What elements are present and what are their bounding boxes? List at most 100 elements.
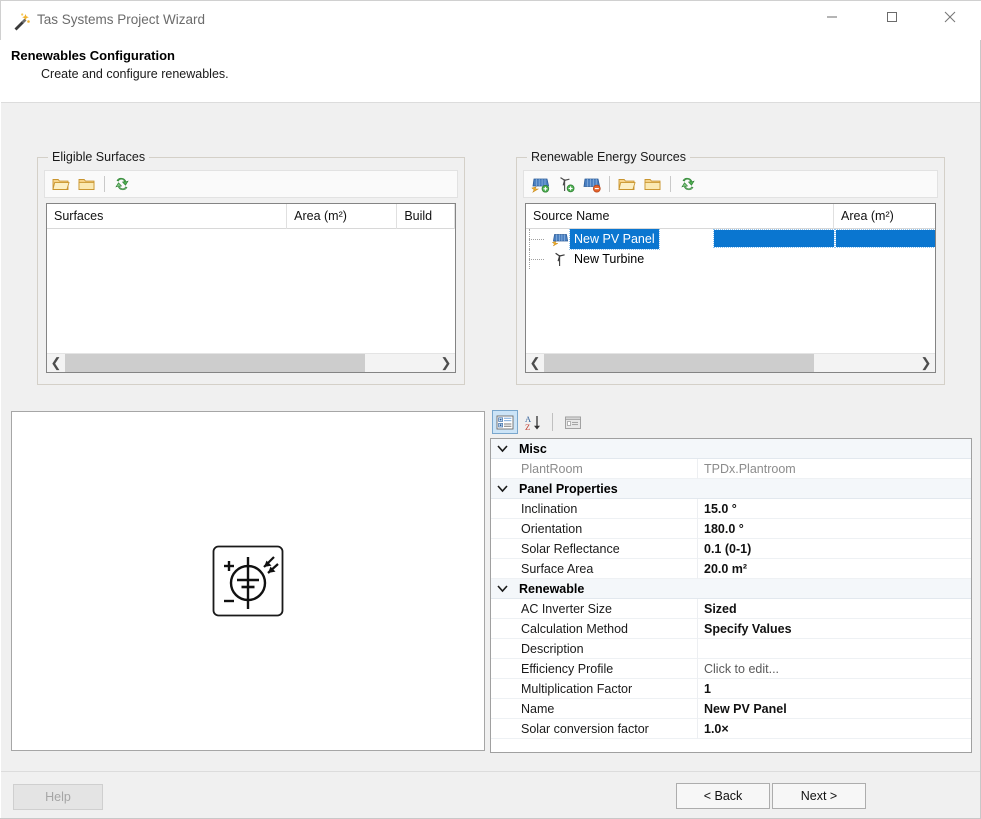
property-value[interactable]: 1 bbox=[698, 679, 971, 699]
hscroll-thumb[interactable] bbox=[65, 353, 365, 372]
property-name: Description bbox=[491, 638, 698, 659]
property-pages-icon[interactable] bbox=[560, 410, 586, 434]
property-grid-table: Misc PlantRoom TPDx.Plantroom Panel Prop… bbox=[490, 438, 972, 753]
remove-source-icon[interactable] bbox=[579, 172, 605, 196]
property-category-label: Panel Properties bbox=[519, 481, 618, 496]
hscroll-thumb[interactable] bbox=[544, 353, 814, 372]
toolbar-separator bbox=[552, 413, 553, 431]
property-row[interactable]: AC Inverter Size Sized bbox=[491, 598, 971, 619]
maximize-button[interactable] bbox=[869, 1, 915, 32]
eligible-surfaces-hscrollbar[interactable]: ❮ ❯ bbox=[47, 353, 455, 372]
tree-connector bbox=[526, 229, 550, 249]
wizard-body: Eligible Surfaces Surfaces Area (m²) Bui… bbox=[1, 103, 980, 771]
eligible-surfaces-header: Surfaces Area (m²) Build bbox=[47, 204, 455, 229]
property-value[interactable] bbox=[698, 639, 971, 659]
property-category-row[interactable]: Renewable bbox=[491, 579, 971, 599]
toolbar-separator bbox=[104, 176, 105, 192]
property-row[interactable]: Calculation Method Specify Values bbox=[491, 618, 971, 639]
property-name: Solar conversion factor bbox=[491, 718, 698, 739]
property-name: Name bbox=[491, 698, 698, 719]
property-category-label: Renewable bbox=[519, 581, 585, 596]
property-name: Multiplication Factor bbox=[491, 678, 698, 699]
property-row[interactable]: PlantRoom TPDx.Plantroom bbox=[491, 458, 971, 479]
hscroll-track[interactable] bbox=[544, 353, 917, 372]
wizard-footer: Help < Back Next > bbox=[1, 771, 980, 818]
hscroll-track[interactable] bbox=[65, 353, 437, 372]
renewable-sources-hscrollbar[interactable]: ❮ ❯ bbox=[526, 353, 935, 372]
back-button[interactable]: < Back bbox=[676, 783, 770, 809]
help-button[interactable]: Help bbox=[13, 784, 103, 810]
eligible-surfaces-title: Eligible Surfaces bbox=[48, 150, 150, 164]
alphabetical-sort-icon[interactable]: A Z bbox=[520, 410, 546, 434]
property-row[interactable]: Efficiency Profile Click to edit... bbox=[491, 658, 971, 679]
refresh-icon[interactable] bbox=[675, 172, 701, 196]
property-name: Orientation bbox=[491, 518, 698, 539]
property-value[interactable]: Sized bbox=[698, 599, 971, 619]
property-row[interactable]: Orientation 180.0 ° bbox=[491, 518, 971, 539]
title-bar: Tas Systems Project Wizard bbox=[0, 0, 981, 40]
list-item[interactable]: New PV Panel bbox=[526, 229, 935, 250]
property-value[interactable]: 180.0 ° bbox=[698, 519, 971, 539]
toolbar-separator bbox=[670, 176, 671, 192]
scroll-right-icon[interactable]: ❯ bbox=[437, 354, 455, 373]
wind-turbine-icon bbox=[550, 250, 570, 268]
column-header-area[interactable]: Area (m²) bbox=[834, 204, 935, 229]
scroll-left-icon[interactable]: ❮ bbox=[47, 354, 65, 373]
property-name: Solar Reflectance bbox=[491, 538, 698, 559]
property-value[interactable]: 15.0 ° bbox=[698, 499, 971, 519]
property-row[interactable]: Inclination 15.0 ° bbox=[491, 498, 971, 519]
page-title: Renewables Configuration bbox=[11, 48, 175, 63]
column-header-build[interactable]: Build bbox=[397, 204, 455, 229]
renewable-sources-list[interactable]: Source Name Area (m²) New PV Panel New T… bbox=[525, 203, 936, 373]
folder-icon[interactable] bbox=[74, 172, 100, 196]
column-header-area[interactable]: Area (m²) bbox=[287, 204, 398, 229]
property-value[interactable]: 20.0 m² bbox=[698, 559, 971, 579]
property-row[interactable]: Multiplication Factor 1 bbox=[491, 678, 971, 699]
eligible-surfaces-list[interactable]: Surfaces Area (m²) Build ❮ ❯ bbox=[46, 203, 456, 373]
tree-connector bbox=[526, 249, 550, 269]
categorized-view-icon[interactable] bbox=[492, 410, 518, 434]
property-name: Efficiency Profile bbox=[491, 658, 698, 679]
property-name: AC Inverter Size bbox=[491, 598, 698, 619]
chevron-down-icon[interactable] bbox=[491, 479, 513, 499]
list-item-label: New Turbine bbox=[574, 252, 645, 266]
property-name: Surface Area bbox=[491, 558, 698, 579]
property-value[interactable]: TPDx.Plantroom bbox=[698, 459, 971, 479]
property-category-row[interactable]: Panel Properties bbox=[491, 479, 971, 499]
property-value[interactable]: Click to edit... bbox=[698, 659, 971, 679]
chevron-down-icon[interactable] bbox=[491, 439, 513, 459]
list-item-label: New PV Panel bbox=[569, 229, 660, 250]
property-row[interactable]: Solar Reflectance 0.1 (0-1) bbox=[491, 538, 971, 559]
add-turbine-icon[interactable] bbox=[553, 172, 579, 196]
add-pv-panel-icon[interactable] bbox=[527, 172, 553, 196]
property-row[interactable]: Name New PV Panel bbox=[491, 698, 971, 719]
column-header-surfaces[interactable]: Surfaces bbox=[47, 204, 288, 229]
magic-wand-icon bbox=[11, 12, 31, 32]
pv-panel-icon bbox=[550, 230, 570, 248]
refresh-icon[interactable] bbox=[109, 172, 135, 196]
property-grid: A Z Misc PlantRoom TPDx.Plantroom Panel … bbox=[490, 408, 972, 758]
page-subtitle: Create and configure renewables. bbox=[41, 67, 229, 81]
preview-panel[interactable] bbox=[11, 411, 485, 751]
property-row[interactable]: Surface Area 20.0 m² bbox=[491, 558, 971, 579]
column-header-source-name[interactable]: Source Name bbox=[526, 204, 834, 229]
renewable-sources-group: Renewable Energy Sources Source Name Are… bbox=[516, 150, 945, 385]
property-row[interactable]: Solar conversion factor 1.0× bbox=[491, 718, 971, 739]
eligible-surfaces-group: Eligible Surfaces Surfaces Area (m²) Bui… bbox=[37, 150, 465, 385]
folder-icon[interactable] bbox=[640, 172, 666, 196]
close-button[interactable] bbox=[927, 1, 973, 32]
property-value[interactable]: New PV Panel bbox=[698, 699, 971, 719]
open-folder-icon[interactable] bbox=[48, 172, 74, 196]
chevron-down-icon[interactable] bbox=[491, 579, 513, 599]
scroll-right-icon[interactable]: ❯ bbox=[917, 354, 935, 373]
scroll-left-icon[interactable]: ❮ bbox=[526, 354, 544, 373]
next-button[interactable]: Next > bbox=[772, 783, 866, 809]
property-category-row[interactable]: Misc bbox=[491, 439, 971, 459]
minimize-button[interactable] bbox=[809, 1, 855, 32]
property-row[interactable]: Description bbox=[491, 638, 971, 659]
property-value[interactable]: 0.1 (0-1) bbox=[698, 539, 971, 559]
property-value[interactable]: Specify Values bbox=[698, 619, 971, 639]
property-value[interactable]: 1.0× bbox=[698, 719, 971, 739]
open-folder-icon[interactable] bbox=[614, 172, 640, 196]
list-item[interactable]: New Turbine bbox=[526, 249, 935, 269]
